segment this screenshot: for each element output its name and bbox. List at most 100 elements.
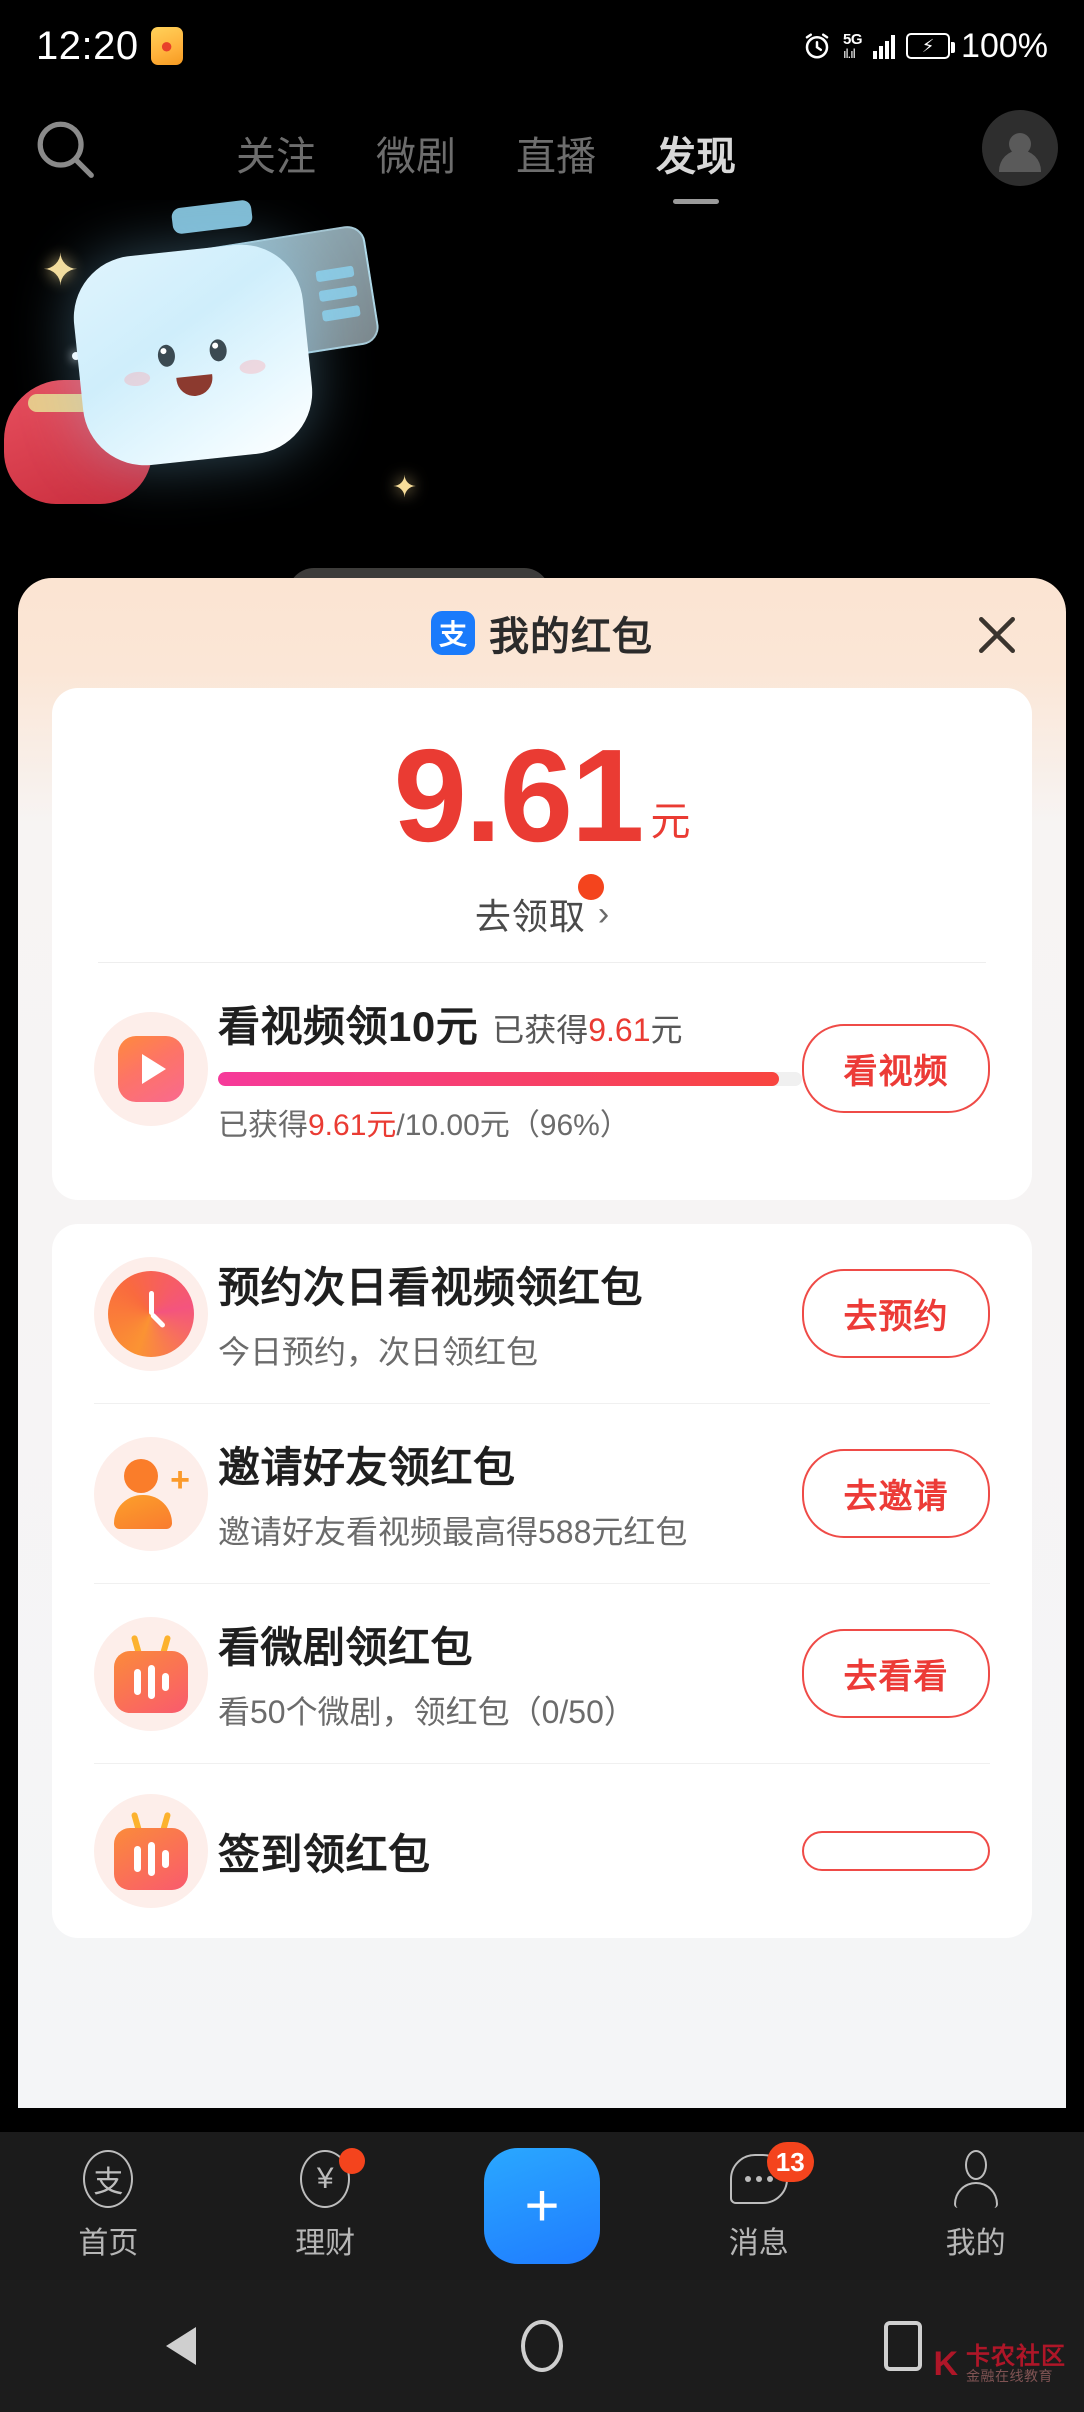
- tab-home[interactable]: 支 首页: [0, 2150, 217, 2262]
- watermark-subtitle: 金融在线教育: [966, 2368, 1053, 2385]
- status-time: 12:20: [36, 23, 139, 68]
- task-list-card: 预约次日看视频领红包 今日预约，次日领红包 去预约 + 邀请好友领红包 邀请好友…: [52, 1224, 1032, 1938]
- message-badge: 13: [766, 2142, 814, 2182]
- task-row-featured[interactable]: 看视频领10元 已获得9.61元 已获得9.61元/10.00元（96%） 看视…: [52, 963, 1032, 1174]
- tab-zhibo[interactable]: 直播: [510, 124, 602, 182]
- status-bar: 12:20 ● 5G ıl.ıl ⚡ 100%: [0, 0, 1084, 92]
- reserve-button[interactable]: 去预约: [802, 1269, 990, 1358]
- bottom-tab-bar: 支 首页 ¥ 理财 + 13 消息 我的: [0, 2132, 1084, 2280]
- mascot-character: [67, 238, 319, 472]
- task-earned-label: 已获得9.61元: [492, 1012, 683, 1048]
- play-icon-wrap: [94, 1011, 208, 1126]
- task-row-checkin[interactable]: 签到领红包: [52, 1764, 1032, 1938]
- invite-button[interactable]: 去邀请: [802, 1449, 990, 1538]
- alipay-icon: 支: [79, 2150, 137, 2208]
- tab-finance[interactable]: ¥ 理财: [217, 2148, 434, 2262]
- android-nav-bar: K 卡农社区 金融在线教育: [0, 2280, 1084, 2412]
- red-packet-sheet: 支 我的红包 9.61 元 去领取 › 看视频领10元 已获得9.61元 已获得…: [18, 578, 1066, 2108]
- watermark-logo: K: [933, 2345, 958, 2384]
- clock-icon-wrap: [94, 1256, 208, 1371]
- tab-guanzhu[interactable]: 关注: [230, 124, 322, 182]
- task-title: 预约次日看视频领红包: [218, 1264, 644, 1311]
- tv-icon-wrap: [94, 1616, 208, 1731]
- balance-card: 9.61 元 去领取 › 看视频领10元 已获得9.61元 已获得9.61元/1…: [52, 688, 1032, 1200]
- avatar[interactable]: [982, 110, 1058, 186]
- notification-dot: [578, 874, 604, 900]
- network-type-icon: 5G ıl.ıl: [843, 31, 863, 61]
- star-icon: ✦: [392, 471, 418, 504]
- task-body: 看视频领10元 已获得9.61元 已获得9.61元/10.00元（96%）: [218, 993, 802, 1144]
- task-title-row: 看视频领10元 已获得9.61元: [218, 993, 802, 1054]
- task-title: 看视频领10元: [218, 1003, 479, 1050]
- balance-amount: 9.61: [393, 722, 645, 869]
- tab-home-label: 首页: [78, 2227, 139, 2260]
- star-icon: ✦: [42, 246, 79, 295]
- progress-label: 已获得9.61元/10.00元（96%）: [218, 1109, 630, 1142]
- notification-dot: [339, 2148, 366, 2174]
- back-icon: [165, 2327, 196, 2365]
- user-plus-icon-wrap: +: [94, 1436, 208, 1551]
- progress-bar: [218, 1072, 802, 1086]
- tab-faxian[interactable]: 发现: [650, 124, 742, 182]
- status-bar-right: 5G ıl.ıl ⚡ 100%: [802, 27, 1048, 66]
- balance-unit: 元: [650, 800, 691, 844]
- signal-bars-icon: [873, 33, 896, 59]
- claim-button[interactable]: 去领取 ›: [52, 874, 1032, 940]
- task-subtitle: 今日预约，次日领红包: [218, 1334, 539, 1370]
- page-title: 我的红包: [489, 615, 653, 659]
- task-row-reserve[interactable]: 预约次日看视频领红包 今日预约，次日领红包 去预约: [52, 1224, 1032, 1403]
- phone-screen: 12:20 ● 5G ıl.ıl ⚡ 100% 关注 微剧 直播 发现 ✦ ✦ …: [0, 0, 1084, 2412]
- balance-amount-row: 9.61 元: [52, 730, 1032, 862]
- tab-profile[interactable]: 我的: [867, 2150, 1084, 2262]
- task-body: 邀请好友领红包 邀请好友看视频最高得588元红包: [218, 1434, 802, 1553]
- plus-icon[interactable]: +: [483, 2148, 600, 2264]
- checkin-icon: [114, 1811, 188, 1890]
- watermark-title: 卡农社区: [966, 2343, 1066, 2371]
- watch-video-button[interactable]: 看视频: [802, 1024, 990, 1113]
- task-row-drama[interactable]: 看微剧领红包 看50个微剧，领红包（0/50） 去看看: [52, 1584, 1032, 1763]
- task-body: 签到领红包: [218, 1821, 802, 1882]
- tv-icon: [114, 1634, 188, 1713]
- checkin-button[interactable]: [802, 1831, 990, 1871]
- checkin-icon-wrap: [94, 1794, 208, 1908]
- top-navigation: 关注 微剧 直播 发现: [0, 108, 1084, 198]
- avatar-body-icon: [999, 150, 1041, 172]
- progress-bar-fill: [218, 1072, 779, 1086]
- person-icon: [947, 2150, 1005, 2208]
- task-title: 看微剧领红包: [218, 1624, 474, 1671]
- battery-percent: 100%: [961, 26, 1048, 65]
- task-body: 看微剧领红包 看50个微剧，领红包（0/50）: [218, 1614, 802, 1733]
- play-icon: [118, 1035, 184, 1102]
- hero-illustration: ✦ ✦ 看视频领红包 1小时46分钟后活动过期: [0, 200, 1084, 630]
- tab-weiju[interactable]: 微剧: [370, 124, 462, 182]
- claim-label: 去领取: [474, 896, 586, 937]
- back-button[interactable]: [0, 2327, 361, 2365]
- tab-create[interactable]: +: [434, 2148, 651, 2264]
- task-subtitle: 看50个微剧，领红包（0/50）: [218, 1694, 636, 1730]
- task-subtitle: 邀请好友看视频最高得588元红包: [218, 1514, 688, 1550]
- sheet-header: 支 我的红包: [18, 578, 1066, 688]
- home-button[interactable]: [361, 2320, 722, 2372]
- tab-finance-label: 理财: [295, 2227, 356, 2260]
- search-icon[interactable]: [30, 114, 100, 184]
- card-small-decoration: [170, 200, 254, 235]
- battery-charging-icon: ⚡: [906, 33, 956, 59]
- chevron-right-icon: ›: [597, 894, 610, 933]
- alipay-icon: 支: [431, 611, 475, 655]
- tab-profile-label: 我的: [945, 2227, 1006, 2260]
- tab-messages[interactable]: 13 消息: [650, 2142, 867, 2262]
- task-title: 签到领红包: [218, 1830, 431, 1878]
- task-title: 邀请好友领红包: [218, 1444, 516, 1491]
- nav-tab-list: 关注 微剧 直播 发现: [230, 108, 742, 198]
- watermark: K 卡农社区 金融在线教育: [933, 2344, 1066, 2384]
- task-body: 预约次日看视频领红包 今日预约，次日领红包: [218, 1254, 802, 1373]
- weibo-icon: ●: [150, 27, 183, 65]
- recents-icon: [884, 2321, 923, 2371]
- clock-icon: [108, 1270, 194, 1357]
- home-icon: [520, 2320, 563, 2372]
- task-row-invite[interactable]: + 邀请好友领红包 邀请好友看视频最高得588元红包 去邀请: [52, 1404, 1032, 1583]
- watch-drama-button[interactable]: 去看看: [802, 1629, 990, 1718]
- alarm-icon: [805, 33, 829, 59]
- status-bar-left: 12:20 ●: [36, 24, 183, 69]
- close-icon[interactable]: [970, 608, 1024, 662]
